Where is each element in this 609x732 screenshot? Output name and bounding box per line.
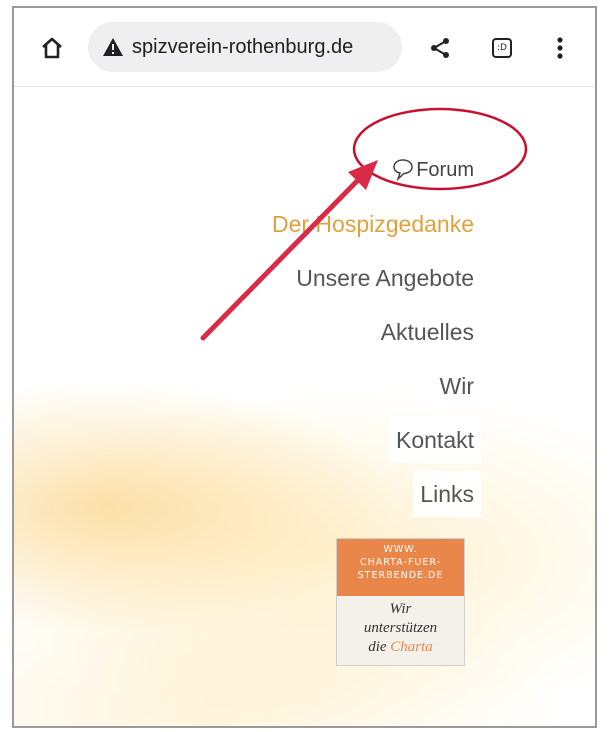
charta-text-3-accent: Charta (390, 639, 433, 655)
main-navigation: Forum Der Hospizgedanke Unsere Angebote … (265, 147, 481, 525)
share-button[interactable] (420, 28, 460, 68)
share-icon (431, 38, 449, 58)
charta-text-3-prefix: die (368, 639, 387, 655)
more-vert-icon (557, 37, 563, 59)
tabs-button[interactable]: :D (482, 28, 522, 68)
charta-banner-text: Wir unterstützen die Charta (337, 596, 464, 665)
phone-screenshot-frame: spizverein-rothenburg.de :D Forum Der Ho… (12, 6, 597, 728)
charta-line-2: CHARTA-FUER- (359, 557, 442, 568)
address-bar[interactable]: spizverein-rothenburg.de (88, 22, 402, 72)
warning-icon (102, 36, 124, 58)
nav-item-forum[interactable]: Forum (384, 147, 481, 193)
charta-banner[interactable]: WWW. CHARTA-FUER- STERBENDE.DE Wir unter… (336, 538, 465, 666)
page-content: Forum Der Hospizgedanke Unsere Angebote … (14, 87, 595, 726)
speech-bubble-icon (393, 159, 413, 182)
tabs-icon: :D (492, 38, 512, 58)
nav-item-angebote[interactable]: Unsere Angebote (289, 255, 481, 301)
nav-item-forum-label: Forum (416, 159, 474, 181)
nav-item-hospizgedanke[interactable]: Der Hospizgedanke (265, 201, 481, 247)
charta-text-3: die Charta (337, 638, 464, 657)
charta-line-1: WWW. (383, 544, 418, 555)
home-icon (42, 37, 62, 59)
home-button[interactable] (32, 28, 72, 68)
charta-text-1: Wir (389, 601, 412, 617)
nav-item-wir[interactable]: Wir (432, 363, 481, 409)
charta-text-2: unterstützen (363, 620, 438, 636)
nav-item-aktuelles[interactable]: Aktuelles (373, 309, 481, 355)
url-text: spizverein-rothenburg.de (132, 35, 354, 58)
charta-line-3: STERBENDE.DE (357, 570, 444, 581)
menu-button[interactable] (540, 28, 580, 68)
charta-banner-header: WWW. CHARTA-FUER- STERBENDE.DE (337, 539, 464, 596)
nav-item-kontakt[interactable]: Kontakt (389, 417, 481, 463)
browser-toolbar: spizverein-rothenburg.de :D (14, 8, 595, 87)
nav-item-links[interactable]: Links (413, 471, 481, 517)
